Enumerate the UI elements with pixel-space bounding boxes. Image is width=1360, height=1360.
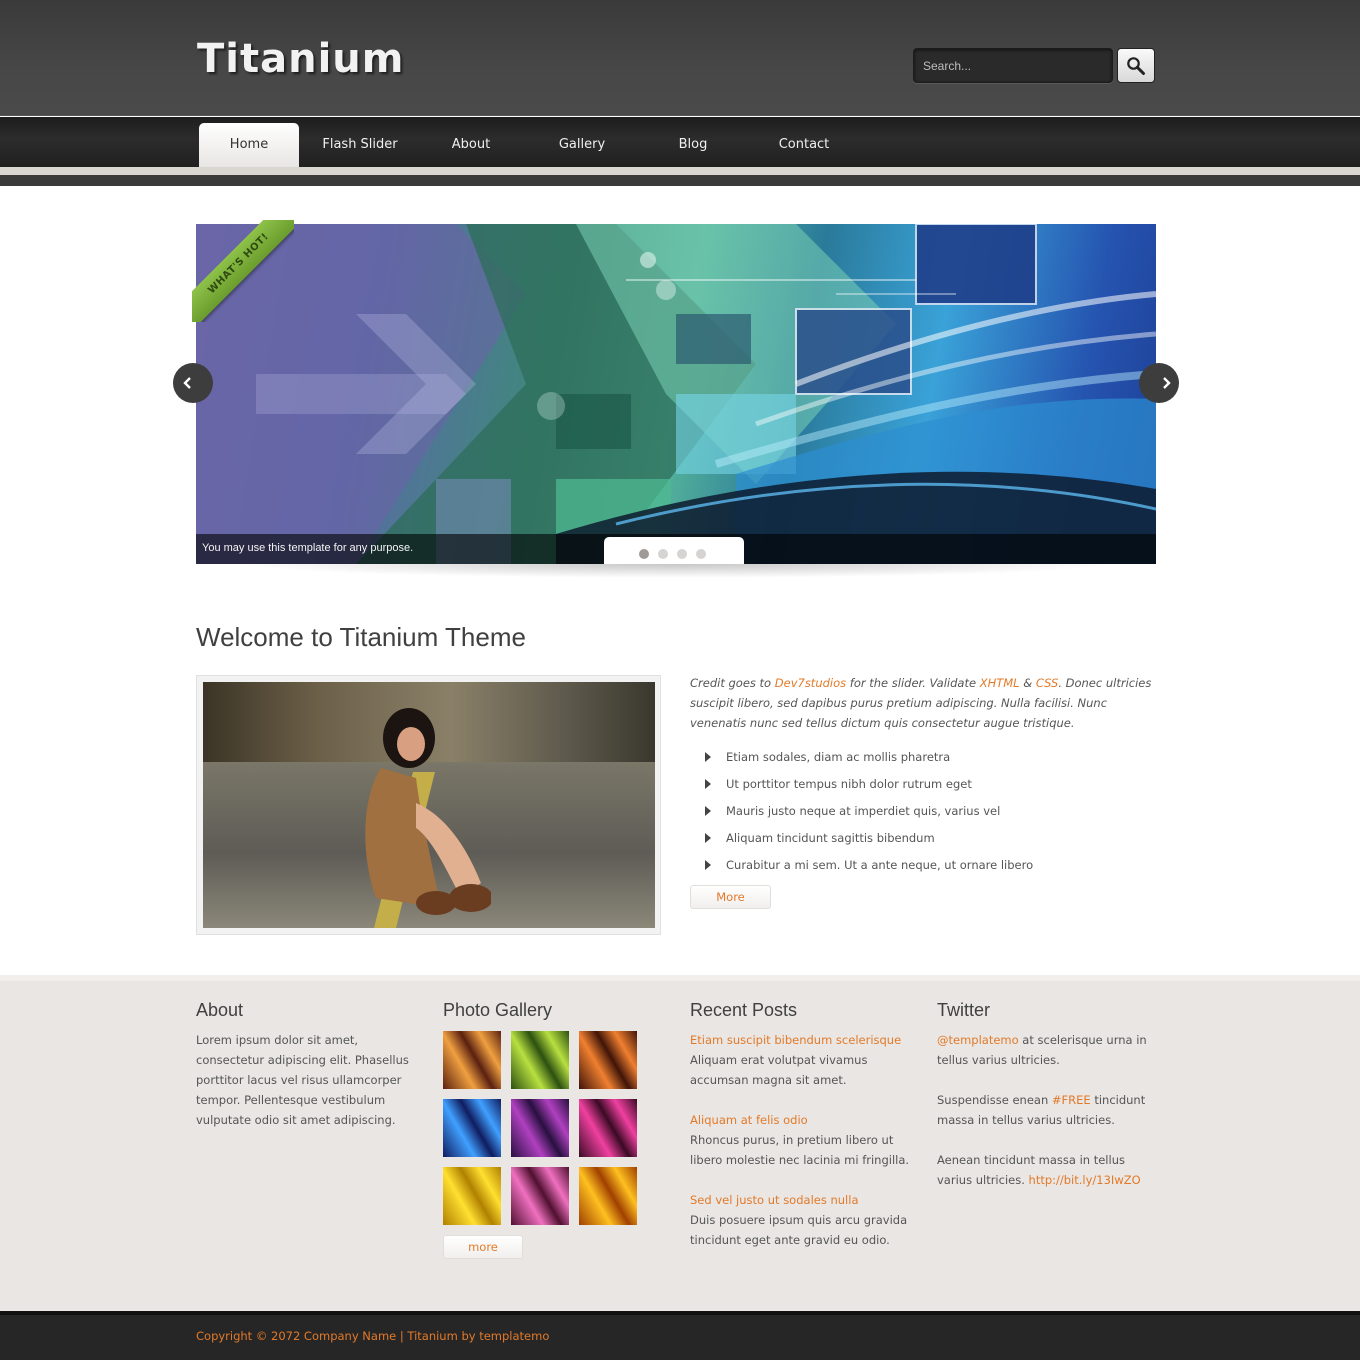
twitter-handle-link[interactable]: @templatemo [937, 1033, 1019, 1047]
about-text: Lorem ipsum dolor sit amet, consectetur … [196, 1033, 409, 1127]
nav-item-flash-slider[interactable]: Flash Slider [310, 123, 410, 167]
gallery-more-button[interactable]: more [443, 1235, 523, 1259]
about-title: About [196, 1000, 244, 1020]
footer-widgets [0, 975, 1360, 1311]
chevron-right-icon [1163, 377, 1171, 389]
gallery-thumbnail[interactable] [579, 1031, 637, 1089]
whats-hot-badge: WHAT'S HOT! [192, 220, 294, 322]
gallery-thumbnail[interactable] [511, 1167, 569, 1225]
slide-image [196, 224, 1156, 564]
nav-item-home[interactable]: Home [199, 123, 299, 167]
gallery-thumbnail[interactable] [511, 1099, 569, 1157]
short-url-link[interactable]: http://bit.ly/13IwZO [1029, 1173, 1141, 1187]
slider-next-button[interactable] [1139, 363, 1179, 403]
nav-item-about[interactable]: About [421, 123, 521, 167]
search-button[interactable] [1117, 48, 1155, 83]
photo-figure [365, 708, 491, 915]
chevron-left-icon [183, 377, 191, 389]
bullet-arrow-icon [705, 833, 711, 843]
bullet-arrow-icon [705, 779, 711, 789]
featured-photo-frame [196, 675, 661, 935]
recent-post-2: Aliquam at felis odio Rhoncus purus, in … [690, 1113, 910, 1167]
feature-list: Etiam sodales, diam ac mollis pharetra U… [705, 747, 1033, 882]
gallery-thumbnail[interactable] [443, 1167, 501, 1225]
slider-prev-button[interactable] [173, 363, 213, 403]
site-logo[interactable]: Titanium [197, 36, 404, 82]
nav-divider [0, 167, 1360, 175]
slider-dot-2[interactable] [658, 549, 668, 559]
tweet-2: Suspendisse enean #FREE tincidunt massa … [937, 1093, 1146, 1127]
recent-posts-title: Recent Posts [690, 1000, 798, 1020]
intro-paragraph: Credit goes to Dev7studios for the slide… [690, 676, 1152, 730]
gallery-thumbnail[interactable] [579, 1099, 637, 1157]
gallery-thumbnail[interactable] [443, 1031, 501, 1089]
slider-pagination [604, 537, 744, 564]
css-link[interactable]: CSS [1036, 676, 1058, 690]
slider-dot-3[interactable] [677, 549, 687, 559]
gallery-thumbnail[interactable] [579, 1167, 637, 1225]
more-button[interactable]: More [690, 885, 771, 909]
list-item: Etiam sodales, diam ac mollis pharetra [705, 747, 1033, 774]
slide-caption: You may use this template for any purpos… [202, 542, 414, 554]
search-input[interactable] [914, 49, 1112, 82]
featured-photo [203, 682, 655, 928]
hashtag-link[interactable]: #FREE [1052, 1093, 1091, 1107]
bullet-arrow-icon [705, 752, 711, 762]
welcome-title: Welcome to Titanium Theme [196, 622, 526, 652]
nav-item-blog[interactable]: Blog [643, 123, 743, 167]
dev7studios-link[interactable]: Dev7studios [775, 676, 846, 690]
tweet-3: Aenean tincidunt massa in tellus varius … [937, 1153, 1141, 1187]
slider-dot-1[interactable] [639, 549, 649, 559]
list-item: Ut porttitor tempus nibh dolor rutrum eg… [705, 774, 1033, 801]
list-item: Aliquam tincidunt sagittis bibendum [705, 828, 1033, 855]
slider-dot-4[interactable] [696, 549, 706, 559]
search-box [913, 48, 1113, 83]
recent-post-3: Sed vel justo ut sodales nulla Duis posu… [690, 1193, 908, 1247]
image-slider[interactable]: You may use this template for any purpos… [196, 224, 1156, 564]
gallery-thumbnail[interactable] [511, 1031, 569, 1089]
gallery-thumbnail[interactable] [443, 1099, 501, 1157]
recent-post-link[interactable]: Aliquam at felis odio [690, 1113, 808, 1127]
nav-divider-dark [0, 175, 1360, 186]
recent-post-link[interactable]: Sed vel justo ut sodales nulla [690, 1193, 859, 1207]
recent-post-link[interactable]: Etiam suscipit bibendum scelerisque [690, 1033, 901, 1047]
twitter-title: Twitter [937, 1000, 991, 1020]
recent-post-1: Etiam suscipit bibendum scelerisque Aliq… [690, 1033, 902, 1087]
copyright-text: Copyright © 2072 Company Name | Titanium… [196, 1329, 550, 1343]
nav-item-gallery[interactable]: Gallery [532, 123, 632, 167]
xhtml-link[interactable]: XHTML [980, 676, 1020, 690]
slider-shadow [236, 564, 1116, 578]
bullet-arrow-icon [705, 806, 711, 816]
tweet-1: @templatemo at scelerisque urna in tellu… [937, 1033, 1147, 1067]
list-item: Mauris justo neque at imperdiet quis, va… [705, 801, 1033, 828]
badge-label: WHAT'S HOT! [192, 220, 294, 322]
search-icon [1127, 57, 1145, 75]
bullet-arrow-icon [705, 860, 711, 870]
list-item: Curabitur a mi sem. Ut a ante neque, ut … [705, 855, 1033, 882]
header: Titanium [0, 0, 1360, 116]
photo-gallery-title: Photo Gallery [443, 1000, 553, 1020]
nav-item-contact[interactable]: Contact [754, 123, 854, 167]
